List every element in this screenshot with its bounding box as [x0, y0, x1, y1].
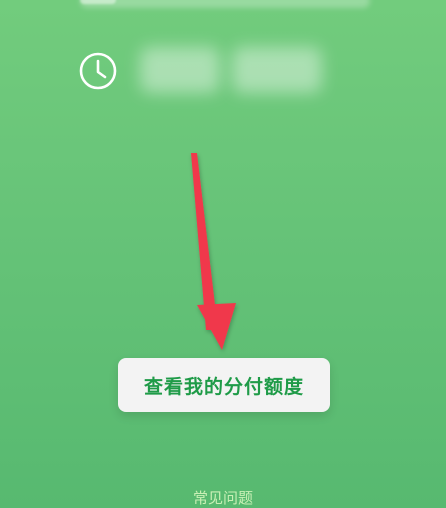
faq-link[interactable]: 常见问题 [0, 487, 446, 508]
view-quota-label: 查看我的分付额度 [143, 375, 304, 398]
clock-icon [79, 52, 117, 90]
blurred-top-text [80, 0, 370, 8]
blurred-info-text [232, 47, 322, 93]
annotation-arrow [191, 153, 236, 350]
blurred-info-text [140, 47, 220, 93]
blurred-top-line [80, 0, 116, 4]
view-quota-button[interactable]: 查看我的分付额度 [118, 358, 330, 412]
